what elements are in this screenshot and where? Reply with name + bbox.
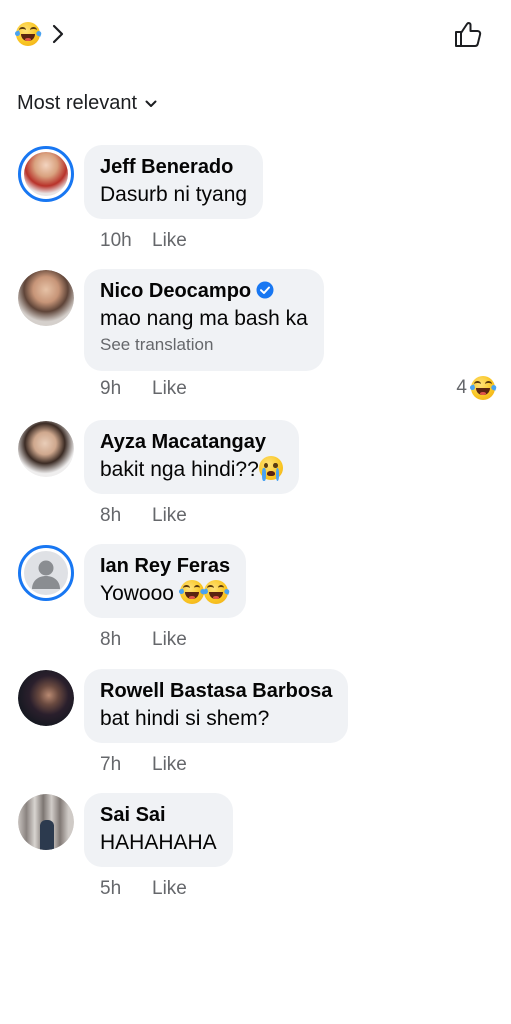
- comment-author-name: Nico Deocampo: [100, 280, 252, 302]
- verified-badge-icon: [256, 281, 274, 299]
- laughing-face-icon: [469, 376, 497, 400]
- comment-author[interactable]: Jeff Benerado: [100, 155, 247, 180]
- comment-text: bat hindi si shem?: [100, 707, 270, 730]
- chevron-down-icon: [145, 100, 157, 107]
- comment-text: HAHAHAHA: [100, 831, 217, 854]
- comment-bubble: Ian Rey Feras Yowooo: [84, 544, 247, 618]
- comment-actions: 8h Like: [100, 629, 187, 651]
- comment-actions: 10h Like: [100, 230, 187, 252]
- avatar[interactable]: [18, 270, 74, 326]
- comment-actions: 5h Like: [100, 878, 187, 900]
- reaction-count-number: 4: [456, 377, 467, 398]
- like-button[interactable]: Like: [152, 878, 187, 900]
- comment-time[interactable]: 9h: [100, 378, 152, 400]
- comment-bubble: Nico Deocampo mao nang ma bash ka See tr…: [84, 269, 324, 371]
- comment-author[interactable]: Sai Sai: [100, 803, 217, 828]
- reactions-header: [0, 0, 511, 70]
- avatar[interactable]: [18, 670, 74, 726]
- comment-text: Dasurb ni tyang: [100, 183, 248, 206]
- comment-bubble: Jeff Benerado Dasurb ni tyang: [84, 145, 264, 219]
- chevron-right-icon[interactable]: [52, 24, 64, 44]
- like-button[interactable]: Like: [152, 378, 187, 400]
- comment-time[interactable]: 8h: [100, 629, 152, 651]
- like-button[interactable]: Like: [152, 230, 187, 252]
- comment-author[interactable]: Ian Rey Feras: [100, 554, 230, 579]
- thumbs-up-icon[interactable]: [452, 18, 484, 50]
- laughing-face-icon: [202, 580, 230, 604]
- like-button[interactable]: Like: [152, 754, 187, 776]
- like-button[interactable]: Like: [152, 505, 187, 527]
- comment-bubble: Rowell Bastasa Barbosa bat hindi si shem…: [84, 669, 349, 743]
- sort-dropdown[interactable]: Most relevant: [17, 90, 157, 116]
- comment-actions: 8h Like: [100, 505, 187, 527]
- default-profile-icon: [32, 560, 60, 589]
- avatar[interactable]: [18, 146, 74, 202]
- comment-text-body: Yowooo: [100, 582, 174, 605]
- comment-text-body: bakit nga hindi??: [100, 458, 259, 481]
- comment-author[interactable]: Ayza Macatangay: [100, 430, 283, 455]
- avatar[interactable]: [18, 545, 74, 601]
- comment-time[interactable]: 8h: [100, 505, 152, 527]
- see-translation-link[interactable]: See translation: [100, 333, 308, 357]
- laughing-face-icon[interactable]: [14, 22, 42, 46]
- comment-actions: 9h Like: [100, 378, 187, 400]
- comments-page: Most relevant Jeff Benerado Dasurb ni ty…: [0, 0, 511, 1024]
- comment-bubble: Sai Sai HAHAHAHA: [84, 793, 233, 867]
- like-button[interactable]: Like: [152, 629, 187, 651]
- comment-text: bakit nga hindi??: [100, 455, 283, 484]
- comment-author[interactable]: Rowell Bastasa Barbosa: [100, 679, 332, 704]
- laughing-face-icon: [178, 580, 206, 604]
- comment-author[interactable]: Nico Deocampo: [100, 279, 308, 304]
- comment-time[interactable]: 10h: [100, 230, 152, 252]
- avatar[interactable]: [18, 794, 74, 850]
- comment-text: mao nang ma bash ka: [100, 307, 308, 330]
- avatar[interactable]: [18, 421, 74, 477]
- reaction-count[interactable]: 4: [456, 376, 497, 400]
- crying-face-icon: [258, 456, 283, 481]
- comment-time[interactable]: 5h: [100, 878, 152, 900]
- comment-text: Yowooo: [100, 579, 230, 608]
- comment-time[interactable]: 7h: [100, 754, 152, 776]
- comment-actions: 7h Like: [100, 754, 187, 776]
- comment-bubble: Ayza Macatangay bakit nga hindi??: [84, 420, 299, 494]
- sort-label: Most relevant: [17, 91, 138, 114]
